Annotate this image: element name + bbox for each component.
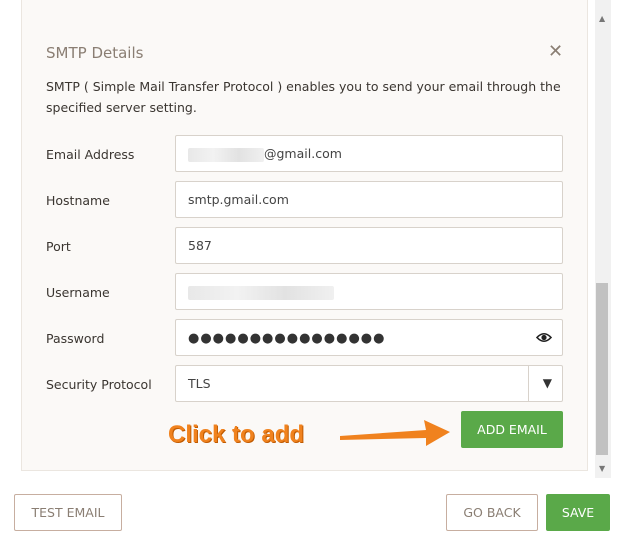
eye-icon[interactable] <box>535 320 553 369</box>
go-back-button[interactable]: GO BACK <box>446 494 538 531</box>
security-protocol-value: TLS <box>188 376 211 391</box>
annotation-text: Click to add <box>168 421 305 448</box>
redacted-text <box>188 147 264 162</box>
email-suffix: @gmail.com <box>264 146 342 161</box>
hostname-input[interactable]: smtp.gmail.com <box>175 181 563 218</box>
password-dots: ●●●●●●●●●●●●●●●● <box>188 331 386 346</box>
save-button[interactable]: SAVE <box>546 494 610 531</box>
panel-description: SMTP ( Simple Mail Transfer Protocol ) e… <box>46 79 561 115</box>
username-label: Username <box>46 285 110 300</box>
smtp-details-panel: SMTP Details ✕ SMTP ( Simple Mail Transf… <box>21 0 588 471</box>
security-protocol-label: Security Protocol <box>46 377 152 392</box>
redacted-text <box>188 285 334 300</box>
hostname-label: Hostname <box>46 193 110 208</box>
email-address-label: Email Address <box>46 147 135 162</box>
panel-title: SMTP Details <box>46 44 144 62</box>
scroll-thumb[interactable] <box>596 283 608 455</box>
scroll-up-icon[interactable]: ▲ <box>599 14 605 23</box>
password-label: Password <box>46 331 105 346</box>
port-input[interactable]: 587 <box>175 227 563 264</box>
close-icon[interactable]: ✕ <box>548 43 563 61</box>
email-address-input[interactable]: @gmail.com <box>175 135 563 172</box>
port-label: Port <box>46 239 71 254</box>
security-protocol-select[interactable]: TLS ▼ <box>175 365 563 402</box>
annotation-arrow-icon <box>340 420 450 446</box>
test-email-button[interactable]: TEST EMAIL <box>14 494 122 531</box>
select-divider <box>528 366 529 401</box>
scrollbar[interactable]: ▲ ▼ <box>595 0 611 478</box>
scroll-down-icon[interactable]: ▼ <box>599 464 605 473</box>
scroll-area: SMTP Details ✕ SMTP ( Simple Mail Transf… <box>0 0 595 478</box>
add-email-button[interactable]: ADD EMAIL <box>461 411 563 448</box>
triangle-down-icon: ▼ <box>542 376 552 390</box>
password-input[interactable]: ●●●●●●●●●●●●●●●● <box>175 319 563 356</box>
username-input[interactable] <box>175 273 563 310</box>
